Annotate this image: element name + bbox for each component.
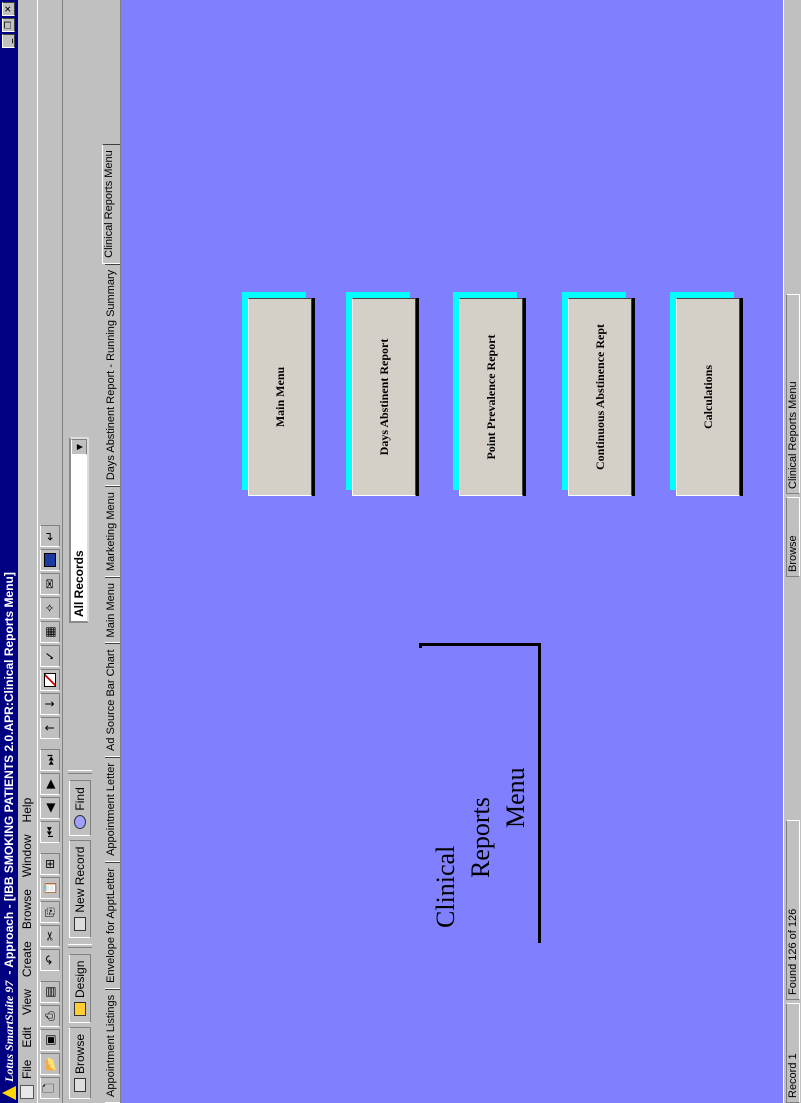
open-folder-icon[interactable]: 📂	[40, 1053, 60, 1075]
menu-help[interactable]: Help	[20, 798, 34, 823]
menu-edit[interactable]: Edit	[20, 1027, 34, 1048]
tab-ad-source-bar-chart[interactable]: Ad Source Bar Chart	[105, 643, 120, 757]
assistant-icon[interactable]: ✧	[40, 597, 60, 619]
mode-indicator[interactable]: Browse	[786, 497, 800, 577]
form-heading-line-3: Menu	[501, 767, 530, 828]
chevron-down-icon[interactable]: ▼	[71, 439, 87, 455]
tab-envelope-for-apptletter[interactable]: Envelope for ApptLetter	[105, 861, 120, 989]
continuous-abstinence-rept-button[interactable]: Continuous Abstinence Rept	[568, 298, 632, 496]
spell-check-icon[interactable]: ✓	[40, 645, 60, 667]
found-label: Found 126 of 126	[787, 908, 799, 995]
next-record-icon[interactable]: ▶	[40, 773, 60, 795]
menu-browse[interactable]: Browse	[20, 889, 34, 929]
new-record-icon	[74, 916, 86, 931]
form-heading-line-1: Clinical	[431, 845, 460, 928]
action-bar: Browse Design New Record Find All Record…	[64, 0, 96, 1103]
menu-file[interactable]: File	[20, 1060, 34, 1079]
smart-icons-toolbar: 🗋 📂 ▣ ⎙ ▤ ↶ ✂ ⎘ 📋 ⊞ ⏮ ◀ ▶ ⏭ ↑ ↓ ✓ ▦ ✧ ✉ …	[37, 0, 63, 1103]
ibm-icon[interactable]	[40, 549, 60, 571]
record-indicator[interactable]: Record 1	[786, 1003, 800, 1103]
sort-ascending-icon[interactable]: ↑	[40, 717, 60, 739]
current-view-label: Clinical Reports Menu	[787, 381, 799, 489]
tab-days-abstinent-running-summary[interactable]: Days Abstinent Report - Running Summary	[105, 263, 120, 487]
find-label: Find	[73, 787, 87, 811]
undo-icon[interactable]: ↶	[40, 949, 60, 971]
delete-record-icon[interactable]	[40, 669, 60, 691]
design-icon	[74, 1001, 86, 1016]
record-label: Record 1	[787, 1053, 799, 1098]
current-view-indicator[interactable]: Clinical Reports Menu	[786, 294, 800, 494]
tab-main-menu[interactable]: Main Menu	[105, 577, 120, 644]
heading-underline	[538, 643, 541, 943]
minimize-button[interactable]: _	[2, 34, 15, 48]
previous-record-icon[interactable]: ◀	[40, 797, 60, 819]
menu-window[interactable]: Window	[20, 834, 34, 877]
menu-bar: File Edit View Create Browse Window Help	[18, 0, 36, 1103]
main-menu-button[interactable]: Main Menu	[248, 298, 312, 496]
browse-button[interactable]: Browse	[69, 1026, 91, 1099]
restore-button[interactable]: ❐	[2, 18, 15, 32]
found-set-value: All Records	[72, 550, 86, 617]
form-canvas: Clinical Reports Menu Main Menu Days Abs…	[121, 0, 783, 1103]
status-bar: Record 1 Found 126 of 126 Browse Clinica…	[783, 0, 801, 1103]
new-file-icon[interactable]: 🗋	[40, 1077, 60, 1099]
paste-icon[interactable]: 📋	[40, 877, 60, 899]
new-record-label: New Record	[73, 846, 87, 913]
properties-icon[interactable]: ⊞	[40, 853, 60, 875]
calculations-button[interactable]: Calculations	[676, 298, 740, 496]
form-heading-line-2: Reports	[466, 797, 495, 878]
menu-create[interactable]: Create	[20, 941, 34, 977]
document-icon[interactable]	[20, 1085, 34, 1099]
tab-appointment-listings[interactable]: Appointment Listings	[105, 988, 120, 1103]
find-button[interactable]: Find	[69, 780, 91, 836]
tab-appointment-letter[interactable]: Appointment Letter	[105, 756, 120, 862]
chart-icon[interactable]: ▦	[40, 621, 60, 643]
heading-bracket-vertical	[419, 643, 540, 646]
tab-clinical-reports-menu[interactable]: Clinical Reports Menu	[102, 144, 120, 264]
point-prevalence-report-button[interactable]: Point Prevalence Report	[459, 298, 523, 496]
mode-label: Browse	[787, 535, 799, 572]
found-set-select[interactable]: All Records ▼	[69, 437, 89, 623]
browse-icon	[74, 1078, 86, 1092]
envelope-icon[interactable]: ✉	[40, 573, 60, 595]
lotus-app-icon[interactable]	[2, 1086, 16, 1100]
days-abstinent-report-button[interactable]: Days Abstinent Report	[352, 298, 416, 496]
sort-descending-icon[interactable]: ↓	[40, 693, 60, 715]
brand-label: Lotus SmartSuite 97	[1, 980, 16, 1082]
save-icon[interactable]: ▣	[40, 1029, 60, 1051]
enter-icon[interactable]: ↵	[40, 525, 60, 547]
found-count: Found 126 of 126	[786, 820, 800, 1000]
print-icon[interactable]: ⎙	[40, 1005, 60, 1027]
browse-label: Browse	[73, 1033, 87, 1074]
title-bar: Lotus SmartSuite 97 - Approach - [IBB SM…	[0, 0, 18, 1103]
last-record-icon[interactable]: ⏭	[40, 749, 60, 771]
design-button[interactable]: Design	[69, 953, 91, 1023]
view-tabs: Appointment Listings Envelope for ApptLe…	[98, 0, 121, 1103]
cut-icon[interactable]: ✂	[40, 925, 60, 947]
approach-window: Lotus SmartSuite 97 - Approach - [IBB SM…	[0, 0, 801, 1103]
menu-view[interactable]: View	[20, 989, 34, 1015]
window-title: - Approach - [IBB SMOKING PATIENTS 2.0.A…	[2, 572, 16, 975]
copy-icon[interactable]: ⎘	[40, 901, 60, 923]
design-label: Design	[73, 960, 87, 998]
new-record-button[interactable]: New Record	[69, 839, 91, 938]
close-button[interactable]: ✕	[2, 2, 15, 16]
heading-bracket-cap	[419, 643, 422, 648]
first-record-icon[interactable]: ⏮	[40, 821, 60, 843]
print-preview-icon[interactable]: ▤	[40, 981, 60, 1003]
find-icon	[74, 814, 86, 829]
tab-marketing-menu[interactable]: Marketing Menu	[105, 486, 120, 578]
